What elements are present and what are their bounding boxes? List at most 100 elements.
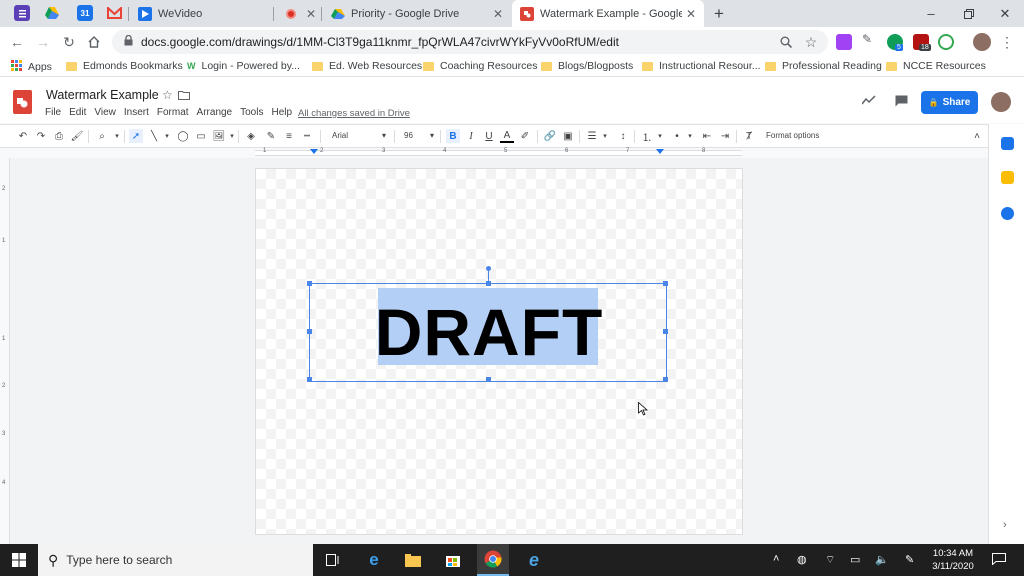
bookmark-coaching[interactable]: Coaching Resources	[423, 60, 537, 72]
tray-chevron-up-icon[interactable]: ˄	[773, 553, 779, 565]
increase-indent-icon[interactable]: ⇥	[718, 129, 732, 143]
pinned-tab-calendar-icon[interactable]: 31	[77, 5, 93, 21]
bookmark-ncce[interactable]: NCCE Resources	[886, 60, 986, 72]
left-indent-marker-icon[interactable]	[310, 149, 318, 154]
border-weight-icon[interactable]: ≡	[282, 129, 296, 143]
close-window-icon[interactable]: ✕	[986, 0, 1024, 27]
internet-explorer-icon[interactable]: e	[523, 549, 545, 571]
new-tab-plus-icon[interactable]: +	[700, 0, 738, 27]
extension-circle-icon[interactable]	[938, 34, 954, 50]
undo-icon[interactable]: ↶	[16, 129, 30, 143]
resize-handle-top-left[interactable]	[307, 281, 312, 286]
resize-handle-top-right[interactable]	[663, 281, 668, 286]
resize-handle-bottom-right[interactable]	[663, 377, 668, 382]
google-drawings-logo-icon[interactable]	[13, 90, 32, 114]
notifications-icon[interactable]	[992, 553, 1006, 568]
menu-file[interactable]: File	[45, 107, 61, 118]
edge-browser-icon[interactable]: e	[363, 549, 385, 571]
bulleted-list-icon[interactable]: •	[670, 129, 684, 143]
address-bar[interactable]: docs.google.com/drawings/d/1MM-Cl3T9ga11…	[112, 30, 828, 54]
chevron-down-icon[interactable]: ▾	[225, 129, 239, 143]
reload-icon[interactable]: ↻	[60, 33, 78, 51]
menu-insert[interactable]: Insert	[124, 107, 149, 118]
italic-icon[interactable]: I	[464, 129, 478, 143]
bookmark-apps[interactable]: Apps	[11, 60, 52, 74]
shape-tool-icon[interactable]: ◯	[176, 129, 190, 143]
bookmark-blogs[interactable]: Blogs/Blogposts	[541, 60, 633, 72]
taskbar-clock[interactable]: 10:34 AM 3/11/2020	[925, 547, 981, 573]
drawing-canvas[interactable]: DRAFT	[255, 168, 743, 535]
line-tool-icon[interactable]: ╲	[147, 129, 161, 143]
wifi-icon[interactable]: ⌔	[825, 553, 835, 567]
tab-watermark-example[interactable]: Watermark Example - Google Dr ✕	[512, 0, 704, 27]
taskbar-search-box[interactable]: ⚲ Type here to search	[38, 544, 313, 576]
image-icon[interactable]: 🖼	[212, 129, 226, 143]
tasks-addon-icon[interactable]	[1001, 207, 1014, 220]
text-color-icon[interactable]: A	[500, 129, 514, 143]
tab-priority-drive[interactable]: Priority - Google Drive ✕	[323, 0, 511, 27]
profile-avatar[interactable]	[973, 33, 991, 51]
pinned-tab-forms-icon[interactable]	[14, 5, 30, 21]
rotate-handle[interactable]	[486, 266, 491, 271]
fill-color-icon[interactable]: ◈	[244, 129, 258, 143]
print-icon[interactable]: ⎙	[52, 129, 66, 143]
tab-wevideo[interactable]: WeVideo	[130, 0, 270, 27]
resize-handle-bottom[interactable]	[486, 377, 491, 382]
minimize-icon[interactable]: –	[912, 0, 950, 27]
chevron-down-icon[interactable]: ▾	[598, 129, 612, 143]
task-view-icon[interactable]	[322, 549, 344, 571]
calendar-addon-icon[interactable]	[1001, 137, 1014, 150]
back-arrow-icon[interactable]: ←	[8, 33, 26, 51]
keep-addon-icon[interactable]	[1001, 171, 1014, 184]
align-icon[interactable]: ☰	[585, 129, 599, 143]
bookmark-star-icon[interactable]: ☆	[802, 33, 820, 51]
clear-formatting-icon[interactable]: Ⱦ	[742, 129, 756, 143]
restore-icon[interactable]	[950, 0, 988, 27]
expand-panel-chevron-icon[interactable]: ›	[1003, 519, 1007, 531]
resize-handle-left[interactable]	[307, 329, 312, 334]
font-family-select[interactable]: Arial ▾	[332, 131, 388, 140]
right-indent-marker-icon[interactable]	[656, 149, 664, 154]
draft-watermark-text[interactable]: DRAFT	[310, 284, 668, 380]
activity-trend-icon[interactable]	[861, 95, 876, 108]
move-folder-icon[interactable]	[178, 90, 190, 103]
line-spacing-icon[interactable]: ↕	[616, 129, 630, 143]
star-icon[interactable]: ☆	[162, 88, 173, 102]
chevron-down-icon[interactable]: ▾	[653, 129, 667, 143]
resize-handle-bottom-left[interactable]	[307, 377, 312, 382]
insert-comment-icon[interactable]: ▣	[561, 129, 575, 143]
pinned-tab-drive-icon[interactable]	[44, 5, 60, 21]
battery-icon[interactable]: ▭	[850, 553, 860, 566]
numbered-list-icon[interactable]: ⒈	[640, 129, 654, 144]
redo-icon[interactable]: ↷	[34, 129, 48, 143]
zoom-search-icon[interactable]	[777, 33, 795, 51]
file-explorer-icon[interactable]	[402, 549, 424, 571]
highlight-color-icon[interactable]: ✐	[518, 129, 532, 143]
save-status[interactable]: All changes saved in Drive	[298, 108, 410, 119]
menu-arrange[interactable]: Arrange	[197, 107, 233, 118]
menu-help[interactable]: Help	[271, 107, 292, 118]
text-box-icon[interactable]: ▭	[194, 129, 208, 143]
bookmark-professional[interactable]: Professional Reading	[765, 60, 882, 72]
more-options-icon[interactable]: ⋮	[998, 33, 1016, 51]
chevron-down-icon[interactable]: ▾	[160, 129, 174, 143]
store-icon[interactable]	[442, 549, 464, 571]
border-dash-icon[interactable]: ┅	[300, 129, 314, 143]
forward-arrow-icon[interactable]: →	[34, 33, 52, 51]
account-avatar[interactable]	[991, 92, 1011, 112]
zoom-icon[interactable]: ⌕	[95, 129, 109, 143]
pinned-tab-gmail-icon[interactable]	[106, 5, 122, 21]
bookmark-edmonds[interactable]: Edmonds Bookmarks	[66, 60, 183, 72]
extension-tw-icon[interactable]	[836, 34, 852, 50]
bookmark-instructional[interactable]: Instructional Resour...	[642, 60, 761, 72]
chevron-down-icon[interactable]: ▾	[110, 129, 124, 143]
bold-icon[interactable]: B	[446, 129, 460, 143]
menu-tools[interactable]: Tools	[240, 107, 263, 118]
menu-view[interactable]: View	[94, 107, 116, 118]
volume-icon[interactable]: 🔈	[875, 553, 889, 566]
share-button[interactable]: 🔒 Share	[921, 91, 978, 114]
menu-edit[interactable]: Edit	[69, 107, 86, 118]
underline-icon[interactable]: U	[482, 129, 496, 143]
collapse-chevron-up-icon[interactable]: ˄	[970, 129, 984, 143]
pen-icon[interactable]: ✎	[905, 553, 914, 566]
